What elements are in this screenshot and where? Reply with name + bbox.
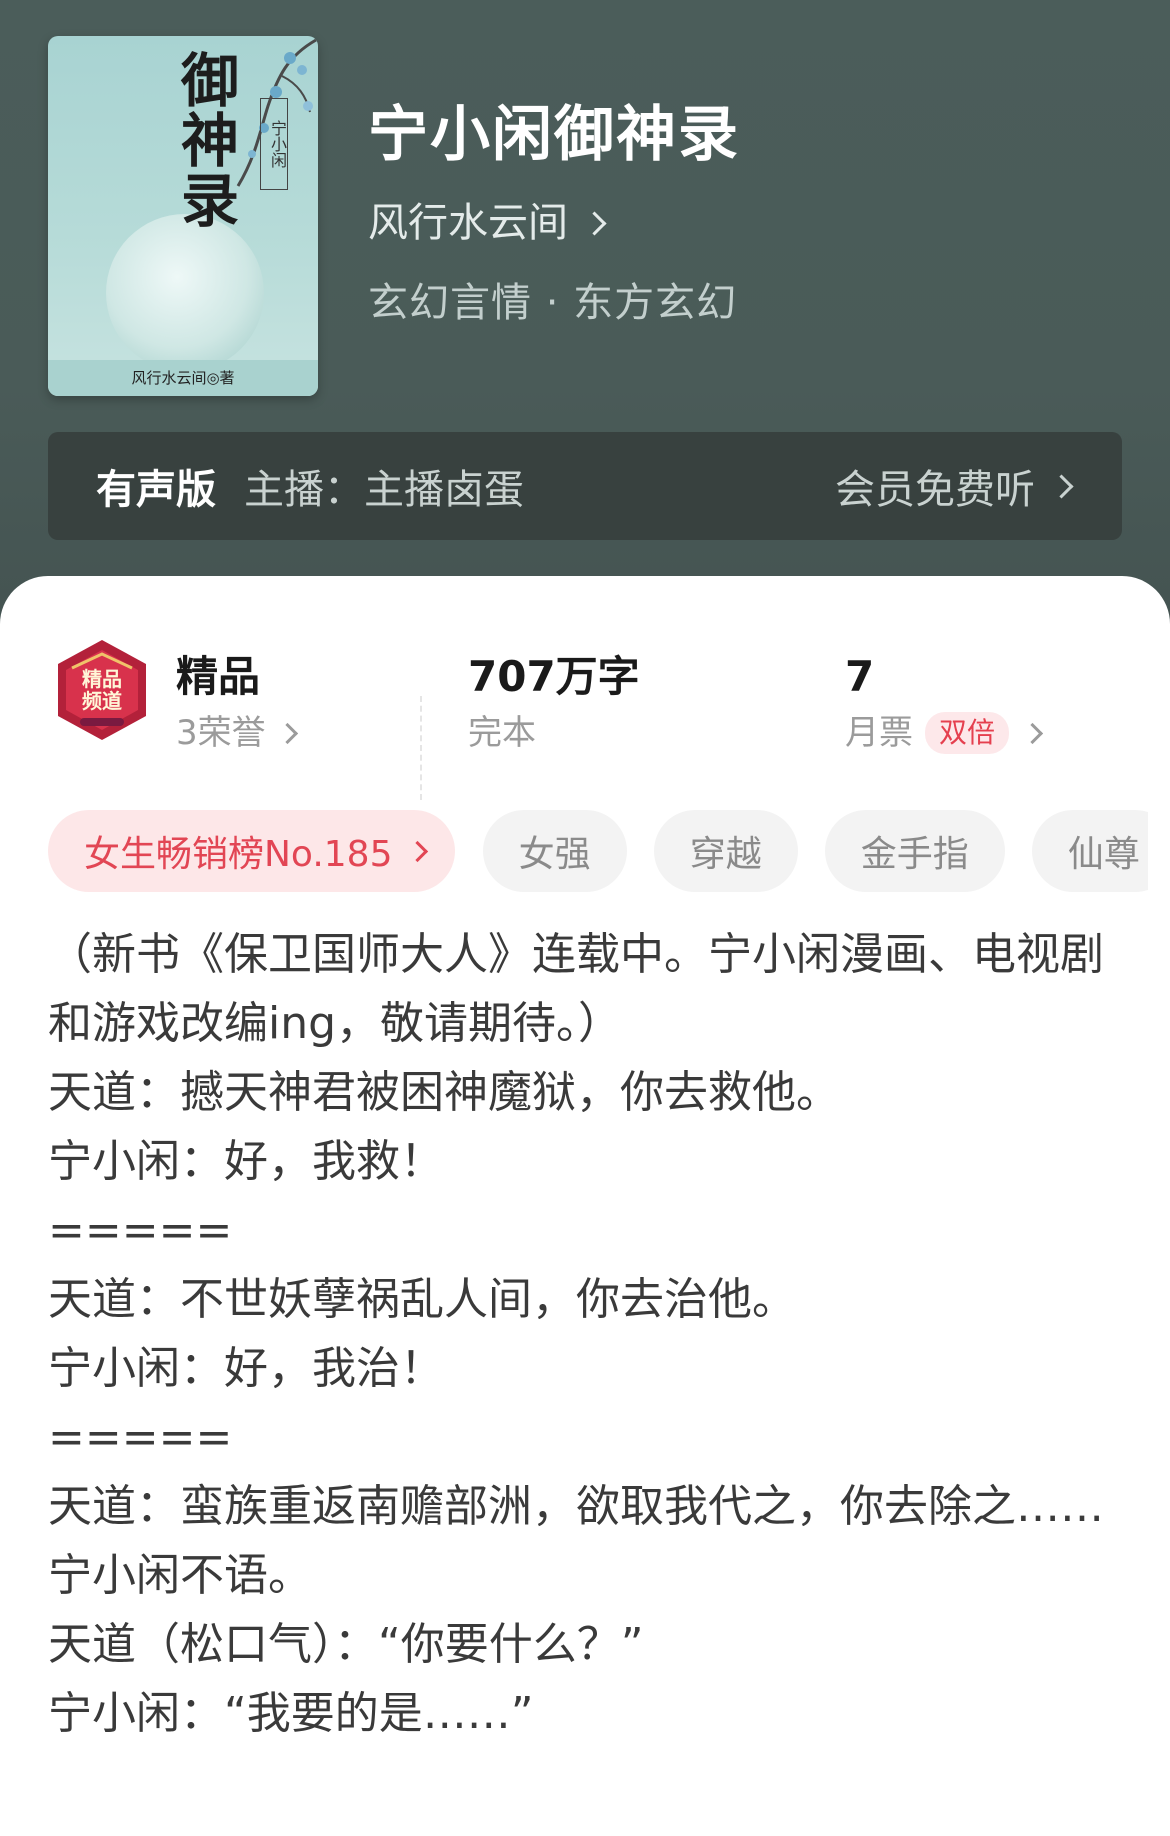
- chevron-right-icon: [407, 840, 429, 862]
- chevron-right-icon: [1021, 722, 1044, 744]
- svg-text:精品: 精品: [82, 667, 122, 691]
- tag-chip[interactable]: 金手指: [824, 810, 1005, 892]
- completion-status: 完本: [468, 713, 536, 753]
- chevron-right-icon: [276, 722, 298, 744]
- stats-row: 精品 频道 精品 3荣誉 707万字 完本 7 月票 双倍: [0, 632, 1170, 800]
- author-link[interactable]: 风行水云间: [368, 198, 607, 248]
- word-count: 707万字: [468, 652, 640, 701]
- chevron-right-icon: [1049, 473, 1074, 499]
- double-badge: 双倍: [925, 712, 1010, 754]
- bestseller-rank-label: 女生畅销榜No.185: [84, 834, 393, 875]
- genre-text: 玄幻言情 · 东方玄幻: [368, 280, 738, 326]
- stats-divider: [420, 696, 422, 800]
- audio-host: 主播：主播卤蛋: [244, 467, 524, 513]
- book-detail-sheet: 精品 频道 精品 3荣誉 707万字 完本 7 月票 双倍 女生畅销榜No.18…: [0, 576, 1170, 1836]
- book-header: 御神录 宁小闲 风行水云间◎著 宁小闲御神录 风行水云间 玄幻言情 · 东方玄幻…: [0, 0, 1170, 640]
- quality-channel-badge-icon: 精品 频道: [58, 640, 146, 740]
- cover-author: 风行水云间◎著: [48, 360, 318, 396]
- chevron-right-icon: [582, 210, 607, 236]
- audio-tag: 有声版: [96, 467, 216, 513]
- book-cover[interactable]: 御神录 宁小闲 风行水云间◎著: [48, 36, 318, 396]
- member-free-listen-label: 会员免费听: [835, 467, 1035, 513]
- honors-link[interactable]: 3荣誉: [176, 712, 298, 754]
- tag-row: 女生畅销榜No.185 女强 穿越 金手指 仙尊: [48, 810, 1148, 896]
- moon-illustration: [106, 214, 264, 372]
- member-free-listen-link[interactable]: 会员免费听: [835, 457, 1074, 515]
- quality-label: 精品: [176, 652, 261, 701]
- book-title: 宁小闲御神录: [368, 100, 740, 170]
- monthly-ticket-label: 月票: [845, 713, 913, 753]
- monthly-ticket-link[interactable]: 月票 双倍: [845, 712, 1044, 754]
- cover-subtitle: 宁小闲: [260, 98, 288, 190]
- tag-chip[interactable]: 仙尊: [1031, 810, 1148, 892]
- tag-chip[interactable]: 女强: [482, 810, 627, 892]
- audio-version-bar[interactable]: 有声版 主播：主播卤蛋 会员免费听: [48, 432, 1122, 540]
- tag-chip[interactable]: 穿越: [653, 810, 798, 892]
- honors-count: 3荣誉: [176, 713, 266, 753]
- author-name: 风行水云间: [368, 200, 568, 246]
- book-description[interactable]: （新书《保卫国师大人》连载中。宁小闲漫画、电视剧和游戏改编ing，敬请期待。） …: [48, 920, 1128, 1748]
- svg-text:频道: 频道: [82, 689, 122, 713]
- cover-title: 御神录: [171, 50, 239, 230]
- monthly-ticket-count: 7: [845, 652, 875, 701]
- bestseller-rank-tag[interactable]: 女生畅销榜No.185: [48, 810, 456, 892]
